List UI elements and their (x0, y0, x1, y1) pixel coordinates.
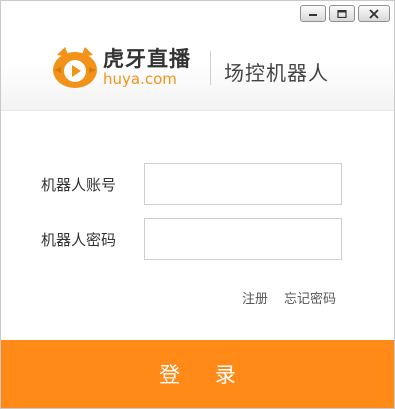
brand-name-cn: 虎牙直播 (103, 47, 191, 71)
login-window: 虎牙直播 huya.com 场控机器人 机器人账号 机器人密码 注册 忘记密码 … (0, 0, 395, 409)
brand-name-en: huya.com (103, 70, 177, 88)
close-button[interactable] (358, 5, 390, 22)
forgot-password-link[interactable]: 忘记密码 (284, 288, 336, 307)
account-input[interactable] (144, 163, 342, 205)
password-label: 机器人密码 (41, 231, 117, 249)
app-title: 场控机器人 (224, 61, 329, 85)
maximize-button[interactable] (329, 5, 355, 22)
account-label: 机器人账号 (41, 176, 117, 194)
close-icon (369, 9, 379, 18)
minimize-icon (309, 13, 317, 16)
register-link[interactable]: 注册 (242, 288, 268, 307)
window-controls (300, 5, 390, 22)
password-row: 机器人密码 (1, 218, 394, 260)
password-input[interactable] (144, 218, 342, 260)
maximize-icon (337, 9, 347, 18)
brand: 虎牙直播 huya.com (103, 47, 191, 87)
minimize-button[interactable] (300, 5, 326, 22)
auth-links: 注册 忘记密码 (242, 288, 336, 307)
header-divider (210, 51, 211, 85)
header: 虎牙直播 huya.com 场控机器人 (1, 1, 394, 111)
login-label: 登 录 (159, 363, 250, 387)
huya-tiger-logo (53, 47, 97, 88)
login-button[interactable]: 登 录 (1, 340, 394, 408)
account-row: 机器人账号 (1, 163, 394, 205)
